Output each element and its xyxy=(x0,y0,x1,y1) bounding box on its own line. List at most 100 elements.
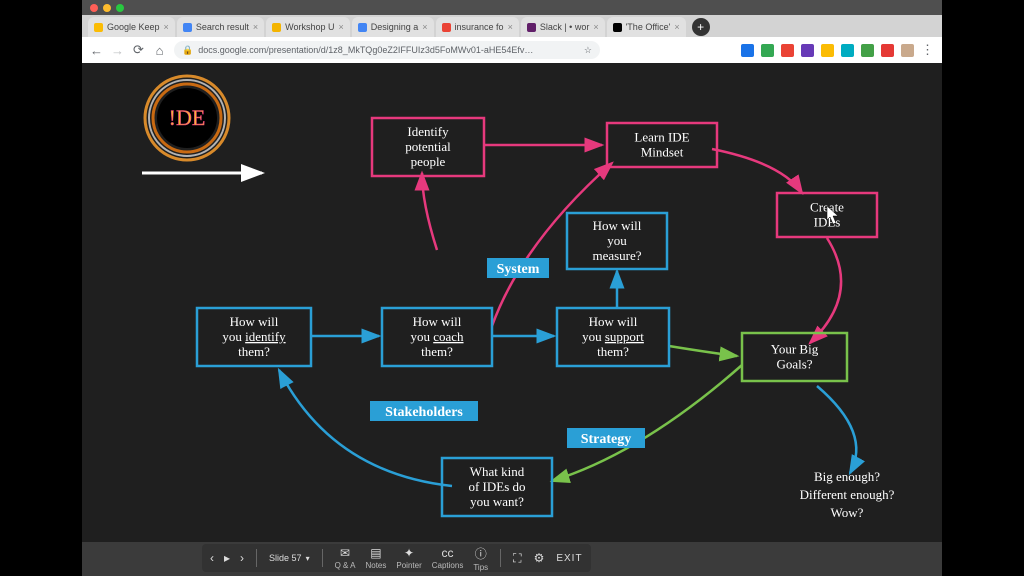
tag-system: System xyxy=(487,258,549,278)
svg-text:What kind: What kind xyxy=(470,464,525,479)
back-icon[interactable]: ← xyxy=(90,44,103,57)
node-identify-potential-people: Identifypotentialpeople xyxy=(372,118,484,176)
close-tab-icon[interactable]: × xyxy=(338,22,343,32)
arrow xyxy=(810,238,841,343)
captions-button[interactable]: ccCaptions xyxy=(432,546,464,570)
svg-text:you want?: you want? xyxy=(470,494,524,509)
svg-text:people: people xyxy=(411,154,446,169)
svg-text:you: you xyxy=(607,233,627,248)
freetext-line: Big enough? xyxy=(814,469,880,484)
tab-label: Search result xyxy=(196,22,249,32)
new-tab-button[interactable]: + xyxy=(692,18,710,36)
node-your-big-goals: Your BigGoals? xyxy=(742,333,847,381)
window-titlebar xyxy=(82,0,942,15)
tab-strip: Google Keep×Search result×Workshop U×Des… xyxy=(82,15,942,37)
browser-tab[interactable]: Search result × xyxy=(177,17,264,37)
qa-button[interactable]: ✉Q & A xyxy=(335,546,356,570)
node-how-measure: How willyoumeasure? xyxy=(567,213,667,269)
tab-label: Google Keep xyxy=(107,22,160,32)
browser-tab[interactable]: 'The Office'× xyxy=(607,17,686,37)
svg-text:you support: you support xyxy=(582,329,644,344)
svg-text:!DE: !DE xyxy=(169,105,206,130)
address-bar: ← → ⟳ ⌂ 🔒 docs.google.com/presentation/d… xyxy=(82,37,942,64)
node-how-identify-them: How willyou identifythem? xyxy=(197,308,311,366)
svg-text:How will: How will xyxy=(589,314,638,329)
svg-text:Your Big: Your Big xyxy=(771,342,819,357)
lock-icon: 🔒 xyxy=(182,45,193,56)
tab-label: Workshop U xyxy=(285,22,334,32)
reload-icon[interactable]: ⟳ xyxy=(132,44,145,57)
extensions-tray: ⋮ xyxy=(741,44,934,57)
home-icon[interactable]: ⌂ xyxy=(153,44,166,57)
freetext-line: Wow? xyxy=(831,505,864,520)
svg-text:them?: them? xyxy=(238,344,270,359)
kebab-menu-icon[interactable]: ⋮ xyxy=(921,44,934,57)
tips-button[interactable]: ⓘTips xyxy=(473,545,488,572)
star-icon[interactable]: ☆ xyxy=(584,45,592,56)
svg-text:How will: How will xyxy=(230,314,279,329)
browser-tab[interactable]: Google Keep × xyxy=(88,17,175,37)
svg-text:you identify: you identify xyxy=(222,329,286,344)
next-slide-button[interactable]: › xyxy=(240,551,244,565)
svg-text:Stakeholders: Stakeholders xyxy=(385,405,463,420)
ext-icon[interactable] xyxy=(741,44,754,57)
ext-icon[interactable] xyxy=(801,44,814,57)
node-how-support-them: How willyou supportthem? xyxy=(557,308,669,366)
ext-icon[interactable] xyxy=(861,44,874,57)
svg-text:How will: How will xyxy=(413,314,462,329)
close-tab-icon[interactable]: × xyxy=(164,22,169,32)
arrow xyxy=(669,346,737,356)
tab-label: 'The Office' xyxy=(626,22,671,32)
forward-icon[interactable]: → xyxy=(111,44,124,57)
prev-slide-button[interactable]: ‹ xyxy=(210,551,214,565)
svg-text:Learn IDE: Learn IDE xyxy=(634,130,689,145)
node-what-kind-of-ides: What kindof IDEs doyou want? xyxy=(442,458,552,516)
fullscreen-window-icon[interactable] xyxy=(116,4,124,12)
favicon xyxy=(358,23,367,32)
exit-button[interactable]: EXIT xyxy=(556,553,582,564)
svg-text:potential: potential xyxy=(405,139,451,154)
close-tab-icon[interactable]: × xyxy=(508,22,513,32)
browser-tab[interactable]: Slack | • wor× xyxy=(521,17,605,37)
url-text: docs.google.com/presentation/d/1z8_MkTQg… xyxy=(198,45,533,55)
presentation-stage: !DE Identifypotentialpeople Learn IDEMin… xyxy=(82,63,942,542)
fullscreen-icon[interactable]: ⛶ xyxy=(513,551,521,566)
ext-icon[interactable] xyxy=(881,44,894,57)
close-tab-icon[interactable]: × xyxy=(253,22,258,32)
close-tab-icon[interactable]: × xyxy=(422,22,427,32)
arrow xyxy=(279,370,452,486)
minimize-window-icon[interactable] xyxy=(103,4,111,12)
browser-tab[interactable]: Designing a× xyxy=(352,17,434,37)
notes-button[interactable]: ▤Notes xyxy=(365,546,386,570)
play-button[interactable]: ▸ xyxy=(224,551,230,565)
favicon xyxy=(94,23,103,32)
ext-icon[interactable] xyxy=(761,44,774,57)
arrow xyxy=(552,365,742,481)
favicon xyxy=(442,23,451,32)
ext-icon[interactable] xyxy=(781,44,794,57)
arrow xyxy=(712,149,802,193)
svg-text:Goals?: Goals? xyxy=(776,357,812,372)
close-tab-icon[interactable]: × xyxy=(674,22,679,32)
profile-avatar[interactable] xyxy=(901,44,914,57)
favicon xyxy=(272,23,281,32)
pointer-button[interactable]: ✦Pointer xyxy=(396,546,421,570)
svg-text:System: System xyxy=(497,262,540,277)
svg-text:them?: them? xyxy=(597,344,629,359)
close-tab-icon[interactable]: × xyxy=(593,22,598,32)
favicon xyxy=(527,23,536,32)
ext-icon[interactable] xyxy=(821,44,834,57)
tab-label: insurance fo xyxy=(455,22,504,32)
settings-icon[interactable]: ⚙ xyxy=(534,551,545,565)
ext-icon[interactable] xyxy=(841,44,854,57)
arrow xyxy=(492,163,612,326)
slide-picker[interactable]: Slide 57▾ xyxy=(269,553,310,563)
tag-strategy: Strategy xyxy=(567,428,645,448)
browser-tab[interactable]: Workshop U × xyxy=(266,17,350,37)
svg-text:Strategy: Strategy xyxy=(581,432,632,447)
node-learn-ide-mindset: Learn IDEMindset xyxy=(607,123,717,167)
url-field[interactable]: 🔒 docs.google.com/presentation/d/1z8_MkT… xyxy=(174,41,600,59)
close-window-icon[interactable] xyxy=(90,4,98,12)
browser-tab[interactable]: insurance fo × xyxy=(436,17,519,37)
svg-text:Mindset: Mindset xyxy=(641,145,684,160)
